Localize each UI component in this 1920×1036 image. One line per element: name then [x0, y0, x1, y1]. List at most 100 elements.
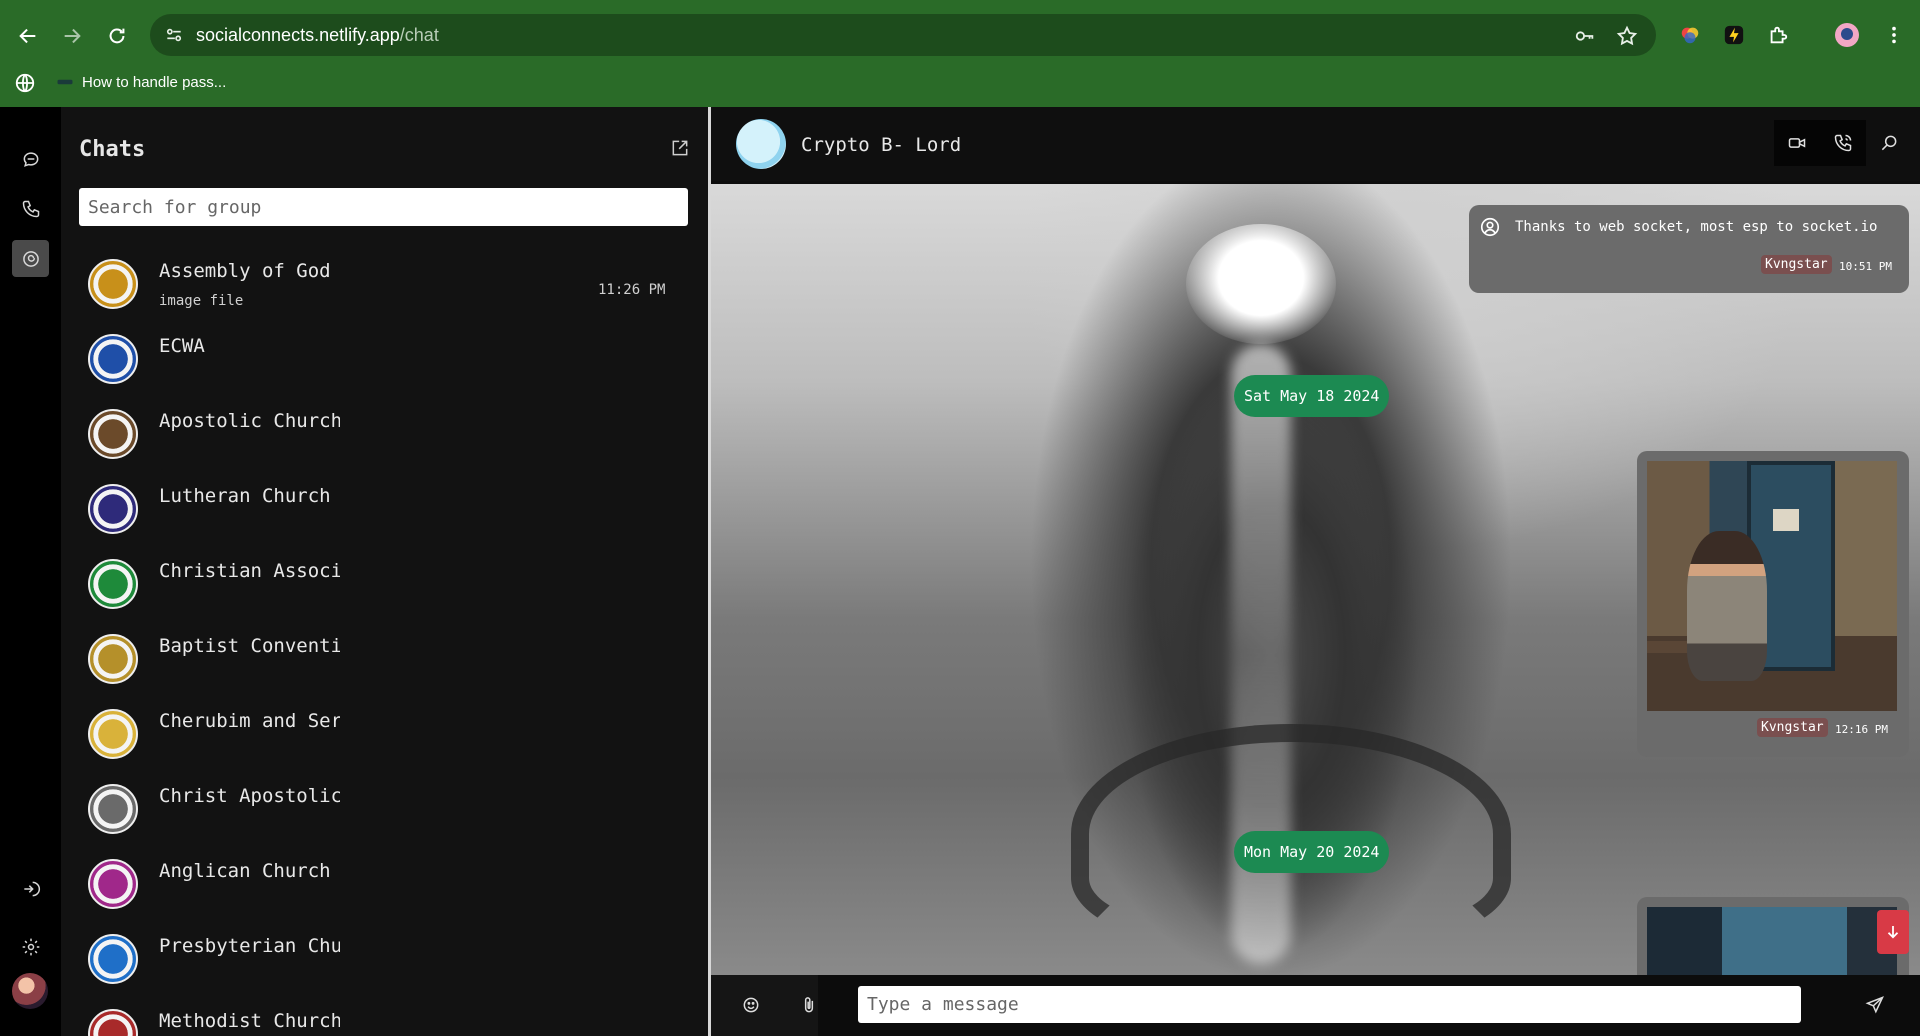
sender-tag: Kvngstar	[1761, 255, 1832, 274]
password-key-icon[interactable]	[1574, 25, 1596, 47]
globe-icon[interactable]	[14, 72, 36, 94]
send-button[interactable]	[1863, 993, 1887, 1017]
reload-button[interactable]	[103, 22, 131, 50]
message-time: 10:51 PM	[1839, 260, 1892, 273]
sidebar-title: Chats	[79, 137, 146, 162]
chat-name: Cherubim and Seraphim	[159, 710, 340, 732]
message-text: Thanks to web socket, most esp to socket…	[1515, 219, 1878, 235]
extension-bolt-icon[interactable]	[1722, 23, 1746, 47]
sender-tag: Kvngstar	[1757, 718, 1828, 737]
chat-avatar[interactable]	[88, 934, 138, 984]
message-time: 12:16 PM	[1835, 723, 1888, 736]
wallpaper-horse-blaze	[1186, 224, 1336, 344]
url-host: socialconnects.netlify.app	[196, 25, 400, 45]
phone-icon	[22, 200, 39, 217]
image-message-bubble[interactable]: Kvngstar 12:16 PM	[1637, 451, 1909, 757]
image-message-bubble-partial[interactable]	[1637, 897, 1909, 975]
user-circle-icon	[1480, 217, 1500, 237]
chat-list-item[interactable]: Lutheran Church	[61, 474, 708, 549]
message-image[interactable]	[1647, 461, 1897, 711]
chat-list-item[interactable]: Christian Association of Nigeria	[61, 549, 708, 624]
bookmark-item[interactable]: How to handle pass...	[56, 73, 226, 91]
logout-button[interactable]	[12, 870, 49, 907]
chat-avatar[interactable]	[88, 1009, 138, 1036]
chat-list-item[interactable]: Baptist Convention	[61, 624, 708, 699]
phone-call-icon	[1834, 134, 1852, 152]
chat-list-item[interactable]: Presbyterian Church	[61, 924, 708, 999]
attach-button[interactable]	[797, 993, 821, 1017]
chat-list-item[interactable]: ECWA	[61, 324, 708, 399]
message-image-partial[interactable]	[1647, 907, 1897, 975]
chat-avatar[interactable]	[88, 784, 138, 834]
extension-color-icon[interactable]	[1678, 23, 1702, 47]
browser-chrome: socialconnects.netlify.app/chat How to h…	[0, 0, 1920, 107]
chat-avatar[interactable]	[88, 409, 138, 459]
chat-avatar[interactable]	[88, 484, 138, 534]
message-composer	[711, 975, 1920, 1036]
chat-avatar[interactable]	[88, 709, 138, 759]
bookmarks-bar: How to handle pass...	[0, 64, 1920, 107]
chat-list: Assembly of God image file 11:26 PM ECWA Apo…	[61, 249, 708, 1036]
chat-app: Chats Assembly of God image file 11:26 PM E…	[0, 107, 1920, 1036]
site-settings-icon[interactable]	[164, 25, 184, 45]
profile-avatar-icon[interactable]	[1835, 23, 1859, 47]
video-call-button[interactable]	[1774, 120, 1820, 166]
arrow-down-icon	[1887, 926, 1899, 939]
chat-avatar[interactable]	[88, 859, 138, 909]
date-separator: Mon May 20 2024	[1234, 831, 1390, 873]
chat-list-item[interactable]: Christ Apostolic Church	[61, 774, 708, 849]
url-path: /chat	[399, 25, 439, 45]
nav-rail	[0, 107, 61, 1036]
gear-icon	[22, 938, 39, 955]
contact-avatar[interactable]	[736, 119, 786, 169]
extensions-puzzle-icon[interactable]	[1766, 23, 1790, 47]
settings-button[interactable]	[12, 928, 49, 965]
logout-icon	[23, 881, 40, 896]
back-button[interactable]	[14, 22, 42, 50]
calls-nav-button[interactable]	[12, 190, 49, 227]
conversation-panel: Crypto B- Lord Thanks to web socket, mos…	[711, 107, 1920, 1036]
group-search-input[interactable]	[79, 188, 688, 226]
chat-name: Christ Apostolic Church	[159, 785, 340, 807]
voice-call-button[interactable]	[1820, 120, 1866, 166]
compose-icon[interactable]	[670, 138, 690, 158]
chat-bubble-icon	[23, 151, 38, 167]
message-input[interactable]	[858, 986, 1801, 1023]
message-area[interactable]: Thanks to web socket, most esp to socket…	[711, 184, 1920, 975]
chat-avatar[interactable]	[88, 334, 138, 384]
chat-name: ECWA	[159, 335, 205, 357]
search-conversation-button[interactable]	[1866, 120, 1912, 166]
contact-name[interactable]: Crypto B- Lord	[801, 134, 961, 156]
threads-icon	[22, 250, 39, 267]
emoji-button[interactable]	[739, 993, 763, 1017]
chat-avatar[interactable]	[88, 259, 138, 309]
chat-list-item[interactable]: Cherubim and Seraphim	[61, 699, 708, 774]
bookmark-favicon-icon	[57, 79, 73, 85]
chats-nav-button[interactable]	[12, 140, 49, 177]
composer-tools	[711, 975, 818, 1036]
chat-list-item[interactable]: Assembly of God image file 11:26 PM	[61, 249, 708, 324]
user-avatar[interactable]	[12, 973, 48, 1009]
date-separator: Sat May 18 2024	[1234, 375, 1390, 417]
message-bubble[interactable]: Thanks to web socket, most esp to socket…	[1469, 205, 1909, 293]
send-icon	[1865, 996, 1884, 1014]
chat-name: Christian Association of Nigeria	[159, 560, 340, 582]
browser-menu-icon[interactable]	[1882, 23, 1906, 47]
chat-list-item[interactable]: Anglican Church	[61, 849, 708, 924]
chat-last-message: image file	[159, 293, 244, 309]
chat-avatar[interactable]	[88, 559, 138, 609]
groups-nav-button[interactable]	[12, 240, 49, 277]
chat-list-item[interactable]: Apostolic Church	[61, 399, 708, 474]
url-text[interactable]: socialconnects.netlify.app/chat	[196, 25, 439, 46]
bookmark-label: How to handle pass...	[82, 73, 227, 91]
chat-timestamp: 11:26 PM	[598, 282, 666, 298]
address-bar[interactable]: socialconnects.netlify.app/chat	[150, 14, 1656, 56]
chat-name: Presbyterian Church	[159, 935, 340, 957]
chat-avatar[interactable]	[88, 634, 138, 684]
bookmark-star-icon[interactable]	[1616, 25, 1638, 47]
forward-button[interactable]	[58, 22, 86, 50]
chat-list-item[interactable]: Methodist Church	[61, 999, 708, 1036]
video-camera-icon	[1788, 138, 1806, 148]
chat-name: Assembly of God	[159, 260, 331, 282]
scroll-to-bottom-button[interactable]	[1877, 910, 1909, 954]
